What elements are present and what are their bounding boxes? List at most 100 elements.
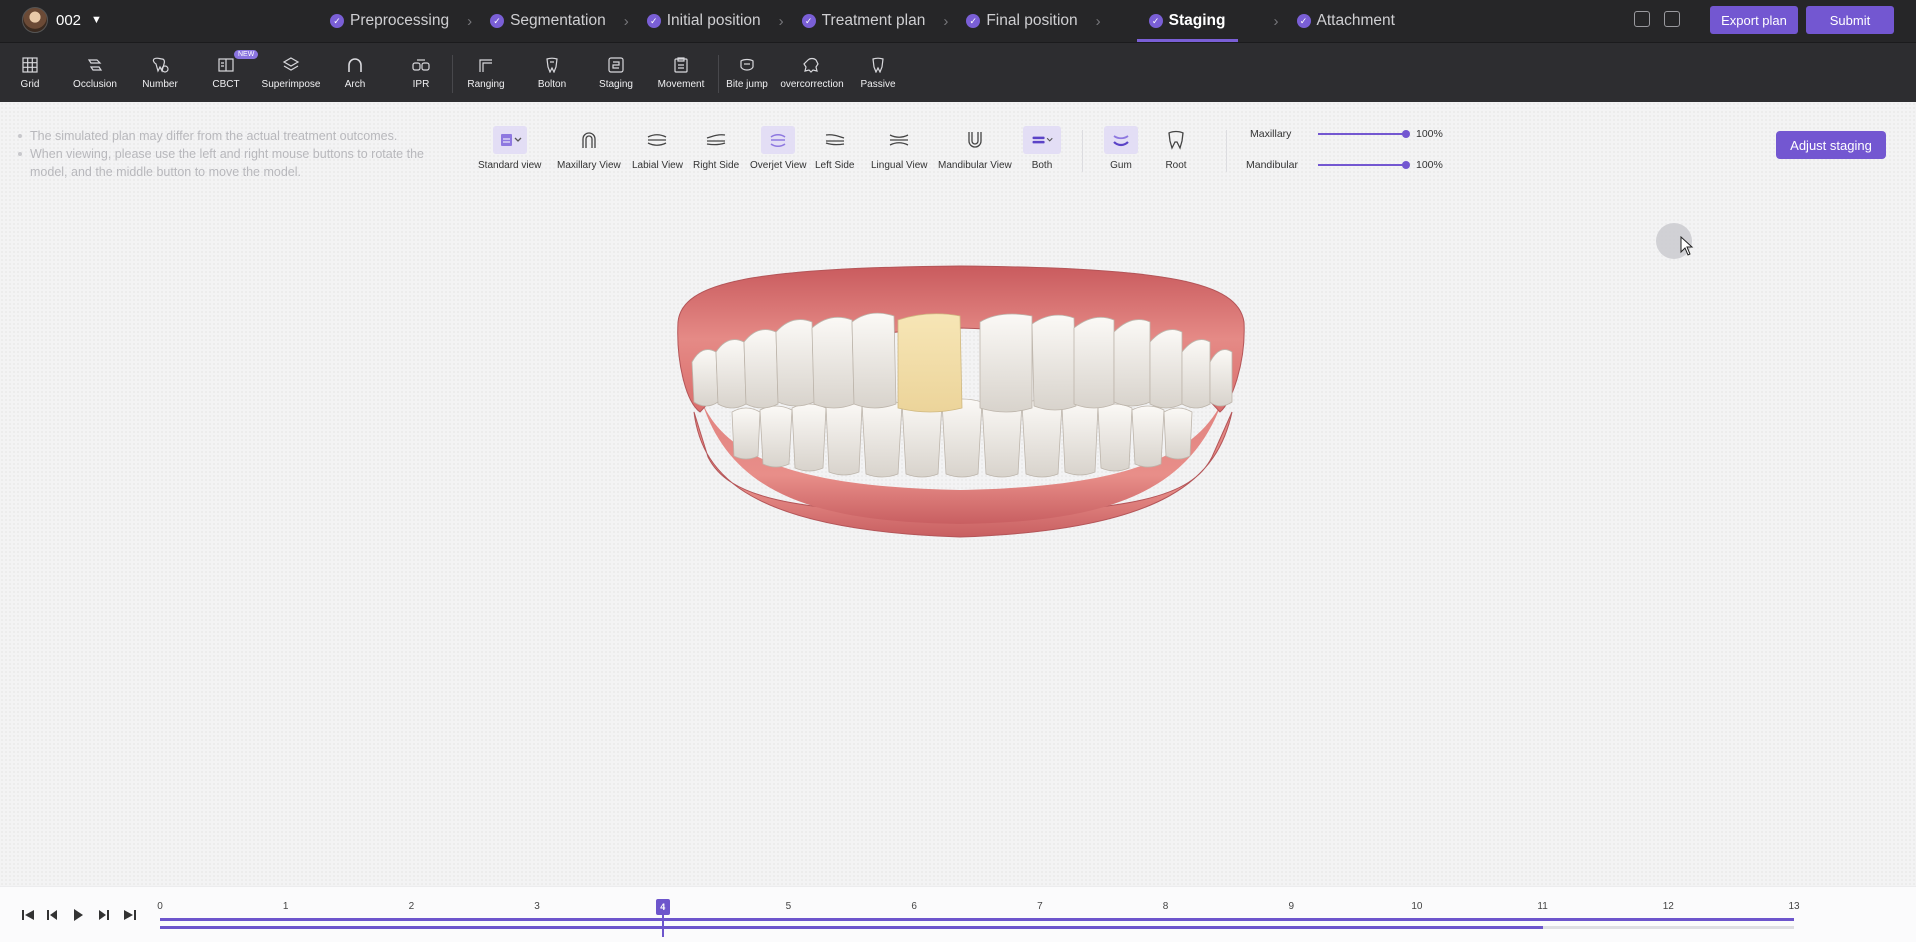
stage-tick[interactable]: 7 bbox=[1037, 901, 1043, 912]
view-label: Mandibular View bbox=[938, 160, 1012, 171]
stage-tick[interactable]: 1 bbox=[283, 901, 289, 912]
workflow-steps: ✓ Preprocessing › ✓ Segmentation › ✓ Ini… bbox=[330, 0, 1395, 42]
stage-tick[interactable]: 11 bbox=[1537, 901, 1547, 912]
tool-passive[interactable]: Passive bbox=[856, 43, 900, 103]
tool-occlusion[interactable]: Occlusion bbox=[70, 43, 120, 103]
view-standard[interactable]: Standard view bbox=[478, 126, 541, 171]
tool-movement[interactable]: Movement bbox=[656, 43, 706, 103]
stage-tick[interactable]: 2 bbox=[409, 901, 415, 912]
stage-tick[interactable]: 9 bbox=[1288, 901, 1294, 912]
selected-tooth[interactable] bbox=[897, 313, 963, 413]
step-forward-icon bbox=[99, 910, 109, 920]
skip-start-icon bbox=[22, 910, 34, 920]
step-initial-position[interactable]: ✓ Initial position bbox=[646, 0, 761, 42]
mandibular-slider[interactable] bbox=[1318, 161, 1410, 169]
last-stage-button[interactable] bbox=[122, 908, 138, 922]
tool-label: Number bbox=[142, 78, 178, 90]
stage-tick[interactable]: 8 bbox=[1163, 901, 1169, 912]
stage-tick[interactable]: 12 bbox=[1663, 901, 1674, 912]
submit-button[interactable]: Submit bbox=[1806, 6, 1894, 34]
previous-stage-button[interactable] bbox=[44, 908, 60, 922]
view-right-side[interactable]: Right Side bbox=[693, 126, 739, 171]
slider-handle[interactable] bbox=[1402, 130, 1410, 138]
view-both-dropdown[interactable]: Both bbox=[1023, 126, 1061, 171]
note-text: When viewing, please use the left and ri… bbox=[30, 147, 424, 179]
view-maxillary[interactable]: Maxillary View bbox=[557, 126, 621, 171]
step-treatment-plan[interactable]: ✓ Treatment plan bbox=[801, 0, 925, 42]
user-name: 002 bbox=[56, 11, 82, 29]
image-icon[interactable] bbox=[1664, 11, 1680, 27]
chevron-right-icon: › bbox=[467, 12, 473, 30]
stage-tick[interactable]: 13 bbox=[1788, 901, 1799, 912]
stage-tick[interactable]: 0 bbox=[157, 901, 163, 912]
view-overjet[interactable]: Overjet View bbox=[750, 126, 807, 171]
view-labial[interactable]: Labial View bbox=[632, 126, 683, 171]
export-plan-button[interactable]: Export plan bbox=[1710, 6, 1798, 34]
step-staging[interactable]: ✓ Staging bbox=[1136, 0, 1238, 42]
step-label: Final position bbox=[986, 12, 1078, 29]
labial-view-icon bbox=[640, 126, 674, 154]
ipr-icon bbox=[412, 57, 430, 73]
tool-overcorrection[interactable]: overcorrection bbox=[778, 43, 846, 103]
view-divider bbox=[1082, 130, 1083, 172]
tool-label: Bolton bbox=[537, 78, 567, 90]
next-stage-button[interactable] bbox=[96, 908, 112, 922]
occlusion-icon bbox=[86, 57, 104, 73]
view-label: Lingual View bbox=[871, 160, 928, 171]
toggle-root[interactable]: Root bbox=[1159, 126, 1193, 171]
toggle-gum[interactable]: Gum bbox=[1104, 126, 1138, 171]
avatar bbox=[22, 7, 48, 33]
mouse-cursor-icon bbox=[1680, 236, 1694, 256]
overcorrection-icon bbox=[803, 57, 821, 73]
tool-ipr[interactable]: IPR bbox=[406, 43, 436, 103]
dental-model[interactable] bbox=[672, 262, 1248, 542]
play-button[interactable] bbox=[70, 908, 86, 922]
view-label: Standard view bbox=[478, 160, 542, 171]
maxillary-slider[interactable] bbox=[1318, 130, 1410, 138]
both-jaws-icon bbox=[1023, 126, 1061, 154]
slider-handle[interactable] bbox=[1402, 161, 1410, 169]
view-lingual[interactable]: Lingual View bbox=[871, 126, 928, 171]
tool-grid[interactable]: Grid bbox=[12, 43, 48, 103]
stage-tick[interactable]: 5 bbox=[786, 901, 792, 912]
mandibular-view-icon bbox=[958, 126, 992, 154]
tool-ranging[interactable]: Ranging bbox=[462, 43, 510, 103]
tool-arch[interactable]: Arch bbox=[340, 43, 370, 103]
tool-staging[interactable]: Staging bbox=[596, 43, 636, 103]
user-menu[interactable]: 002 ▼ bbox=[22, 7, 102, 33]
view-left-side[interactable]: Left Side bbox=[815, 126, 854, 171]
tool-bolton[interactable]: Bolton bbox=[532, 43, 572, 103]
overjet-view-icon bbox=[761, 126, 796, 154]
tool-label: Bite jump bbox=[726, 78, 768, 90]
tool-label: CBCT bbox=[212, 78, 240, 90]
step-segmentation[interactable]: ✓ Segmentation bbox=[490, 0, 606, 42]
tool-label: Ranging bbox=[467, 78, 505, 90]
step-final-position[interactable]: ✓ Final position bbox=[966, 0, 1078, 42]
current-stage-marker[interactable]: 4 bbox=[655, 899, 670, 915]
tool-label: IPR bbox=[412, 78, 430, 90]
tool-superimpose[interactable]: Superimpose bbox=[258, 43, 324, 103]
maxillary-opacity: Maxillary 100% bbox=[1250, 128, 1443, 140]
stage-tick[interactable]: 6 bbox=[911, 901, 917, 912]
view-mandibular[interactable]: Mandibular View bbox=[938, 126, 1012, 171]
slider-label: Mandibular bbox=[1246, 159, 1298, 171]
tool-label: overcorrection bbox=[780, 78, 844, 90]
adjust-staging-button[interactable]: Adjust staging bbox=[1776, 131, 1886, 159]
stage-tick[interactable]: 3 bbox=[534, 901, 540, 912]
tool-cbct[interactable]: CBCT NEW bbox=[206, 43, 259, 103]
view-label: Right Side bbox=[693, 160, 740, 171]
tool-number[interactable]: Number bbox=[140, 43, 180, 103]
first-stage-button[interactable] bbox=[20, 908, 36, 922]
slider-value: 100% bbox=[1416, 159, 1443, 171]
inbox-icon[interactable] bbox=[1634, 11, 1650, 27]
passive-icon bbox=[869, 57, 887, 73]
bullet-icon bbox=[18, 134, 22, 138]
maxillary-stage-track[interactable] bbox=[160, 918, 1794, 921]
step-attachment[interactable]: ✓ Attachment bbox=[1296, 0, 1395, 42]
toolbar-divider bbox=[452, 55, 453, 93]
stage-tick[interactable]: 10 bbox=[1411, 901, 1422, 912]
step-preprocessing[interactable]: ✓ Preprocessing bbox=[330, 0, 449, 42]
check-icon: ✓ bbox=[1296, 14, 1311, 28]
view-label: Left Side bbox=[815, 160, 855, 171]
tool-bite-jump[interactable]: Bite jump bbox=[724, 43, 770, 103]
